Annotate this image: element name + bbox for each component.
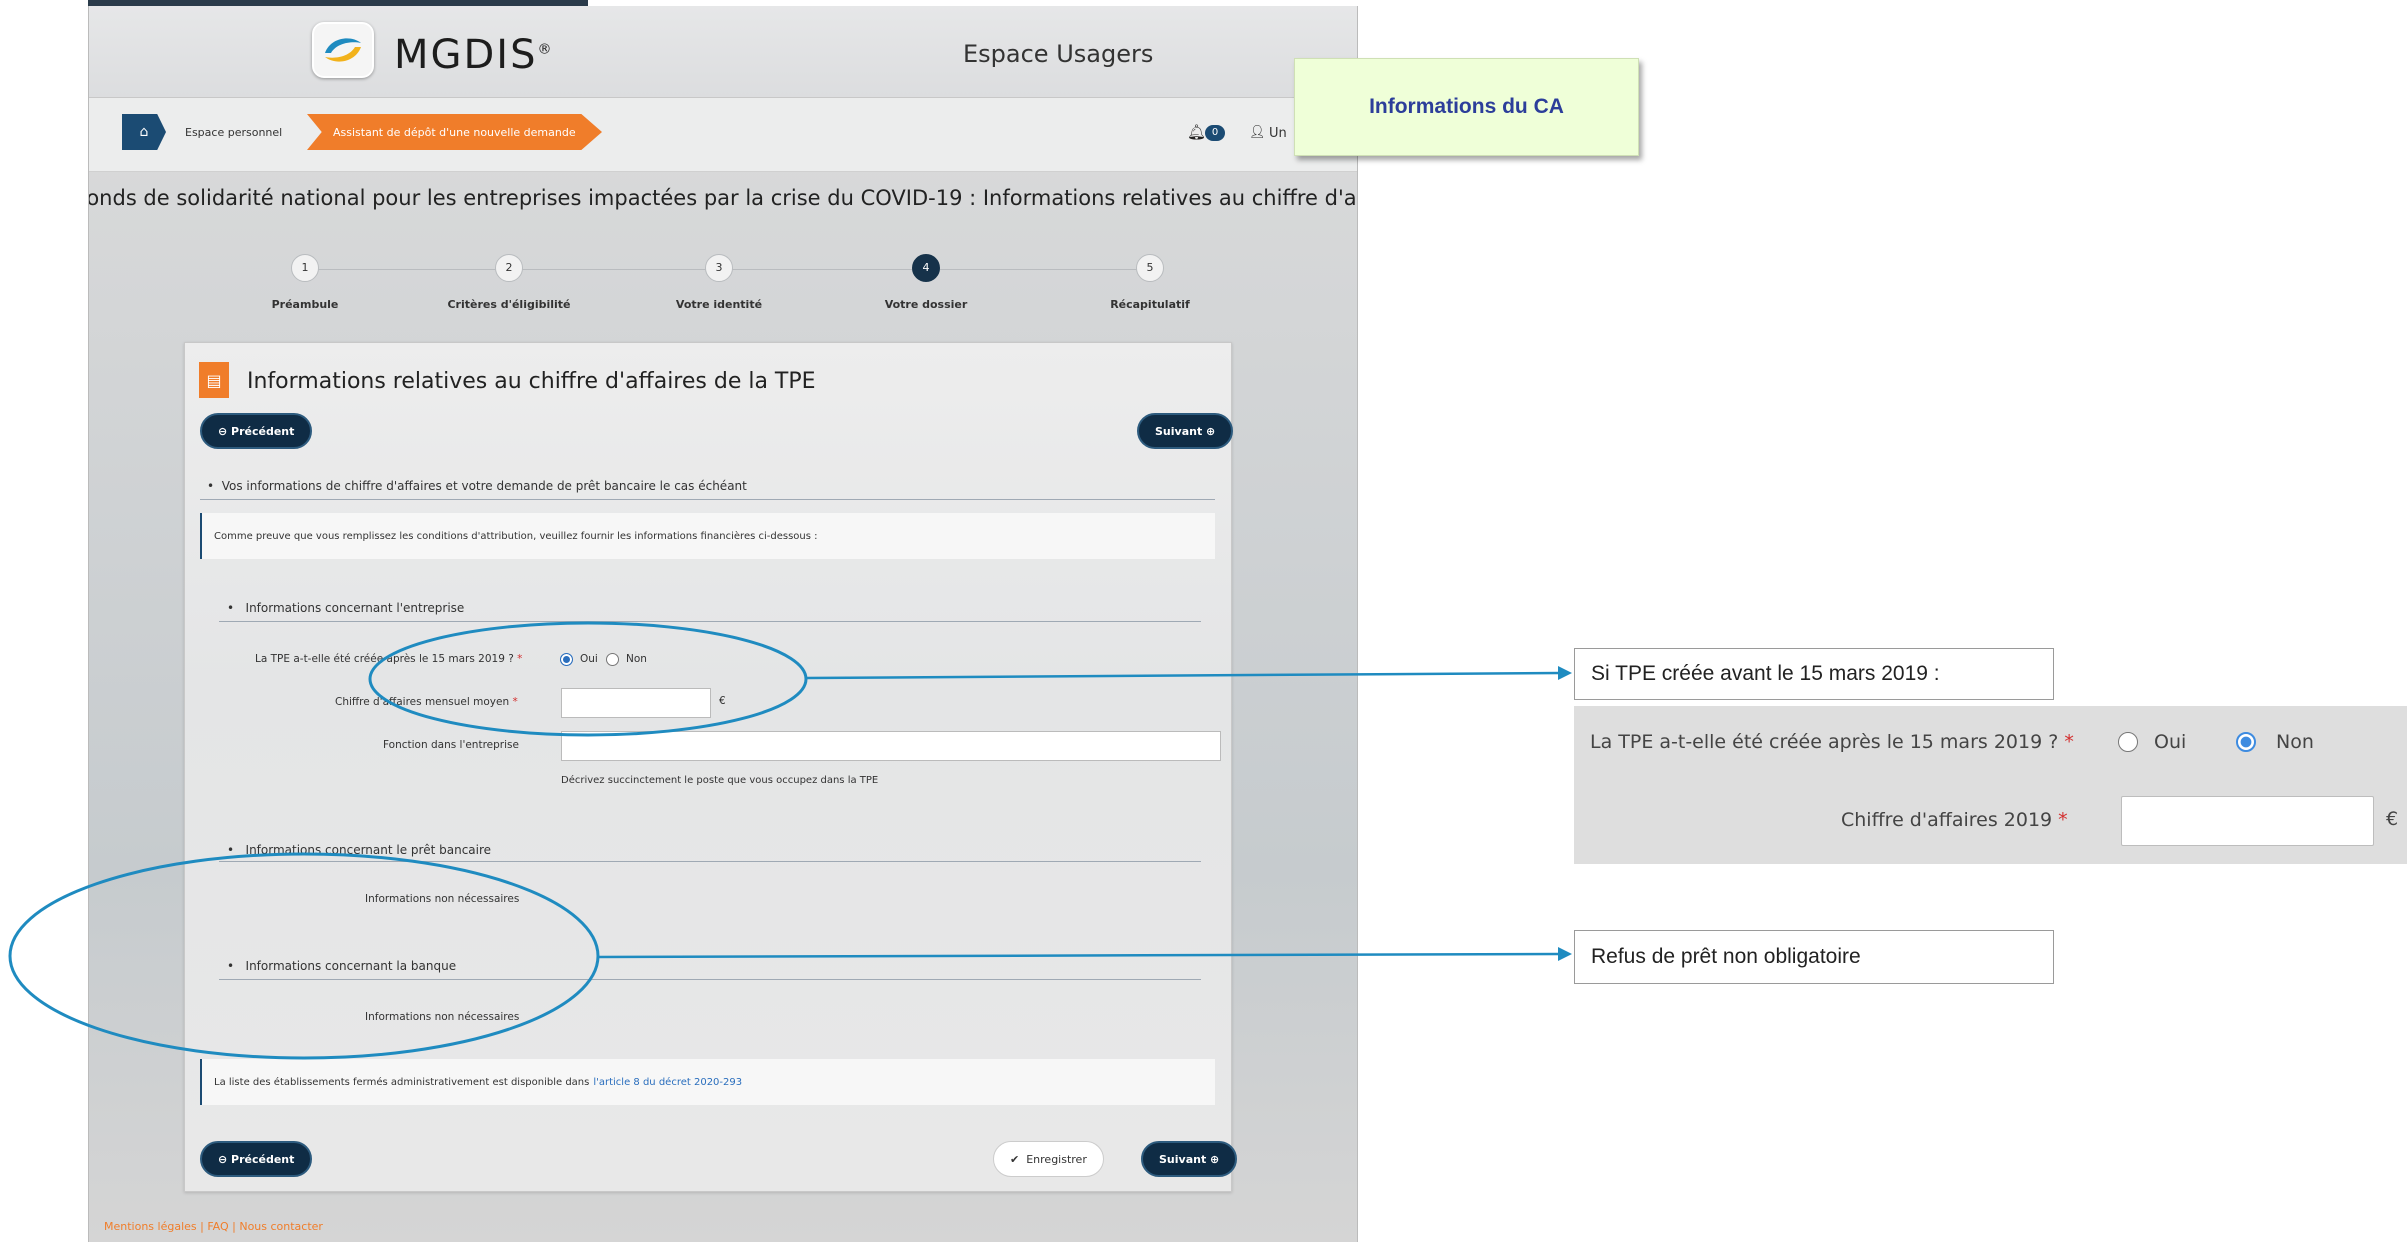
currency-symbol: € xyxy=(719,695,726,707)
next-button-bottom[interactable]: Suivant ⊕ xyxy=(1141,1141,1238,1177)
step-label: Votre identité xyxy=(675,298,763,311)
step-criteres[interactable]: 2 Critères d'éligibilité xyxy=(429,254,589,311)
ca-currency-symbol: € xyxy=(2386,808,2399,830)
home-icon[interactable]: ⌂ xyxy=(122,114,166,150)
loan-not-needed: Informations non nécessaires xyxy=(365,893,520,905)
monthly-revenue-label: Chiffre d'affaires mensuel moyen * xyxy=(335,696,518,708)
step-number: 2 xyxy=(495,254,523,282)
bell-icon[interactable]: 🔔︎ xyxy=(1187,123,1206,141)
next-button-top[interactable]: Suivant ⊕ xyxy=(1137,413,1234,449)
function-input[interactable] xyxy=(561,731,1221,761)
closed-establishments-info: La liste des établissements fermés admin… xyxy=(200,1059,1215,1105)
step-identite[interactable]: 3 Votre identité xyxy=(639,254,799,311)
step-preambule[interactable]: 1 Préambule xyxy=(225,254,385,311)
ca-question-label: La TPE a-t-elle été créée après le 15 ma… xyxy=(1590,731,2074,753)
save-button[interactable]: ✔ Enregistrer xyxy=(993,1141,1104,1177)
app-title: Espace Usagers xyxy=(963,40,1154,68)
divider xyxy=(219,621,1201,622)
proof-info-box: Comme preuve que vous remplissez les con… xyxy=(200,513,1215,559)
footer-links[interactable]: Mentions légales | FAQ | Nous contacter xyxy=(104,1220,323,1233)
previous-button-top[interactable]: ⊖ Précédent xyxy=(200,413,313,449)
divider xyxy=(219,979,1201,980)
ca-radio-oui-label: Oui xyxy=(2154,731,2187,753)
app-header: MGDIS® Espace Usagers xyxy=(89,6,1357,98)
callout-loan-optional: Refus de prêt non obligatoire xyxy=(1574,930,2054,984)
document-icon: ▤ xyxy=(199,362,229,398)
ca-radio-non-label: Non xyxy=(2276,731,2314,753)
previous-button-bottom[interactable]: ⊖ Précédent xyxy=(200,1141,313,1177)
page-title: Fonds de solidarité national pour les en… xyxy=(88,186,1358,210)
monthly-revenue-input[interactable] xyxy=(561,688,711,718)
logo-text: MGDIS® xyxy=(394,32,554,78)
ca-revenue-label: Chiffre d'affaires 2019 * xyxy=(1841,809,2068,831)
notification-badge[interactable]: 0 xyxy=(1205,125,1225,141)
callout-before-2019: Si TPE créée avant le 15 mars 2019 : xyxy=(1574,648,2054,700)
ca-revenue-input[interactable] xyxy=(2121,796,2374,846)
ca-radio-non[interactable] xyxy=(2236,732,2256,752)
user-icon[interactable]: 👤︎ xyxy=(1249,125,1266,140)
card-title: Informations relatives au chiffre d'affa… xyxy=(247,369,816,394)
step-number: 1 xyxy=(291,254,319,282)
breadcrumb-active-step[interactable]: Assistant de dépôt d'une nouvelle demand… xyxy=(307,114,602,150)
section-company-title: • Informations concernant l'entreprise xyxy=(227,601,465,615)
arrow-head-company xyxy=(1558,666,1572,680)
radio-non-label: Non xyxy=(626,653,647,665)
radio-oui[interactable] xyxy=(560,653,573,666)
divider xyxy=(219,861,1201,862)
form-card: ▤ Informations relatives au chiffre d'af… xyxy=(184,342,1238,1192)
breadcrumb-personal[interactable]: Espace personnel xyxy=(185,126,282,139)
step-label: Préambule xyxy=(271,298,339,311)
section-main-title: • Vos informations de chiffre d'affaires… xyxy=(207,479,747,493)
user-menu[interactable]: Un xyxy=(1269,126,1287,141)
ca-radio-oui[interactable] xyxy=(2118,732,2138,752)
ca-example-panel: La TPE a-t-elle été créée après le 15 ma… xyxy=(1574,706,2407,864)
step-number-active: 4 xyxy=(912,254,940,282)
section-loan-title: • Informations concernant le prêt bancai… xyxy=(227,843,492,857)
step-label: Récapitulatif xyxy=(1110,298,1190,311)
function-label: Fonction dans l'entreprise xyxy=(383,739,519,751)
app-screenshot: MGDIS® Espace Usagers ⌂ Espace personnel… xyxy=(88,6,1358,1242)
radio-non[interactable] xyxy=(606,653,619,666)
step-label: Votre dossier xyxy=(884,298,968,311)
step-number: 3 xyxy=(705,254,733,282)
bank-not-needed: Informations non nécessaires xyxy=(365,1011,520,1023)
function-help-text: Décrivez succinctement le poste que vous… xyxy=(561,775,879,786)
ca-info-note: Informations du CA xyxy=(1294,58,1639,156)
step-label: Critères d'éligibilité xyxy=(447,298,571,311)
divider xyxy=(200,499,1215,500)
section-bank-title: • Informations concernant la banque xyxy=(227,959,457,973)
mgdis-logo-icon[interactable] xyxy=(312,22,374,78)
arrow-head-loan xyxy=(1558,947,1572,961)
step-recapitulatif[interactable]: 5 Récapitulatif xyxy=(1070,254,1230,311)
step-number: 5 xyxy=(1136,254,1164,282)
decree-link[interactable]: l'article 8 du décret 2020-293 xyxy=(593,1077,742,1088)
step-dossier[interactable]: 4 Votre dossier xyxy=(846,254,1006,311)
breadcrumb: ⌂ Espace personnel Assistant de dépôt d'… xyxy=(89,98,1357,172)
question-created-label: La TPE a-t-elle été créée après le 15 ma… xyxy=(255,653,523,665)
radio-oui-label: Oui xyxy=(580,653,598,665)
